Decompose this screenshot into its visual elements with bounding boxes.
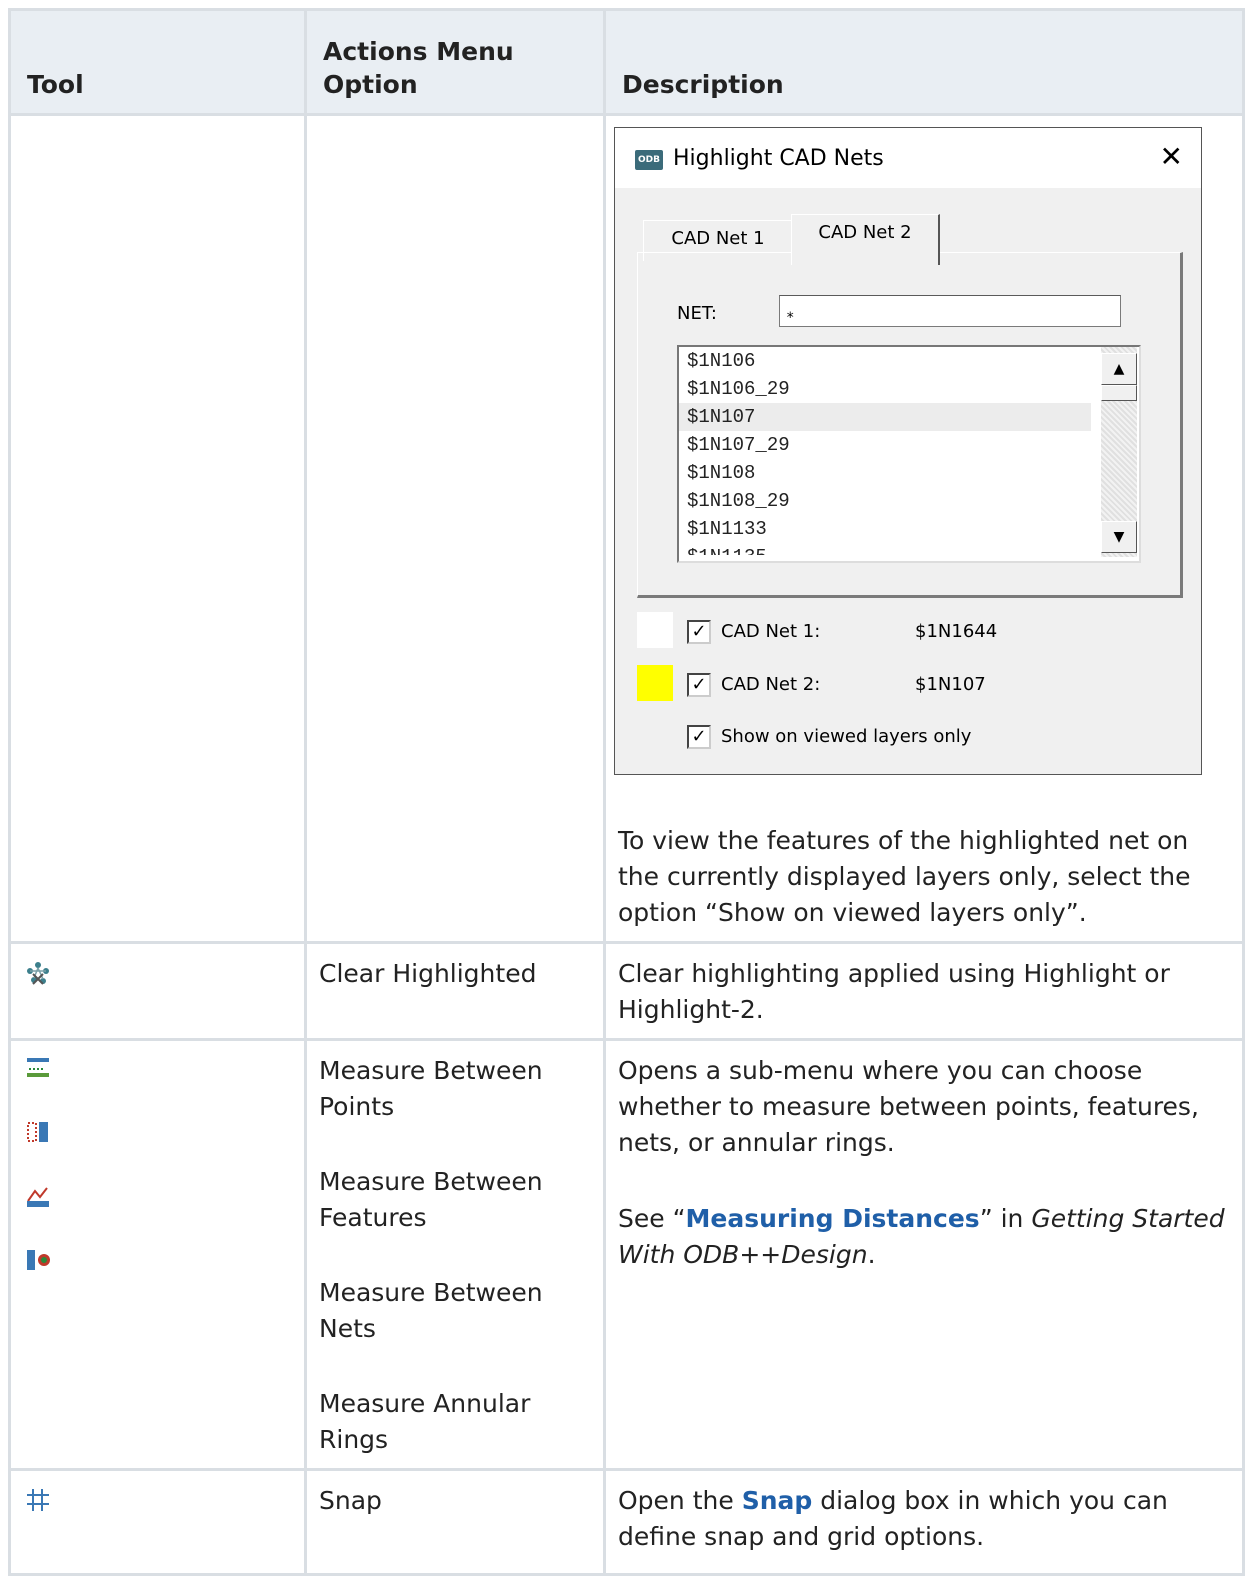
snap-link[interactable]: Snap — [742, 1486, 813, 1515]
list-item[interactable]: $1N1133 — [679, 515, 1139, 543]
table-row: Clear Highlighted Clear highlighting app… — [8, 941, 1245, 1041]
option-cell — [304, 113, 606, 944]
description-cell: Open the Snap dialog box in which you ca… — [603, 1468, 1245, 1576]
cad-net-2-checkbox[interactable]: ✓ — [687, 673, 711, 697]
header-description: Description — [603, 8, 1245, 116]
dialog-title: Highlight CAD Nets — [673, 146, 884, 171]
measure-nets-icon — [27, 1187, 49, 1207]
tab-cad-net-2[interactable]: CAD Net 2 — [791, 214, 940, 265]
measure-features-icon — [27, 1122, 48, 1142]
cad-net-1-label: CAD Net 1: — [721, 621, 821, 642]
header-tool: Tool — [8, 8, 307, 116]
row-description: Opens a sub-menu where you can choose wh… — [618, 1056, 1199, 1157]
list-item[interactable]: $1N106_29 — [679, 375, 1139, 403]
option-measure-annular-rings: Measure Annular Rings — [319, 1389, 531, 1454]
tool-reference-table: Tool Actions Menu Option Description ODB… — [8, 8, 1245, 1576]
tool-cell — [8, 113, 307, 944]
see-mid: ” in — [979, 1204, 1032, 1233]
table-row: Snap Open the Snap dialog box in which y… — [8, 1468, 1245, 1576]
net-listbox[interactable]: $1N106 $1N106_29 $1N107 $1N107_29 $1N108… — [677, 345, 1141, 563]
measure-points-icon — [27, 1058, 49, 1077]
desc-prefix: Open the — [618, 1486, 742, 1515]
list-item[interactable]: $1N106 — [679, 347, 1139, 375]
list-item-selected[interactable]: $1N107 — [679, 403, 1091, 431]
scroll-down-icon[interactable]: ▼ — [1101, 521, 1137, 553]
cad-net-2-label: CAD Net 2: — [721, 674, 821, 695]
cad-net-1-color-swatch[interactable] — [637, 612, 673, 648]
tool-cell — [8, 941, 307, 1041]
see-also-text: See “Measuring Distances” in Getting Sta… — [618, 1201, 1228, 1273]
show-viewed-layers-checkbox[interactable]: ✓ — [687, 725, 711, 749]
close-icon[interactable]: ✕ — [1160, 140, 1183, 174]
highlight-cad-nets-dialog: ODB Highlight CAD Nets ✕ CAD Net 1 CAD N… — [614, 127, 1202, 775]
option-measure-points: Measure Between Points — [319, 1056, 543, 1121]
list-item[interactable]: $1N108 — [679, 459, 1139, 487]
dialog-title-bar: ODB Highlight CAD Nets ✕ — [615, 128, 1201, 188]
show-viewed-layers-label: Show on viewed layers only — [721, 726, 972, 747]
odb-app-icon: ODB — [635, 150, 663, 170]
option-cell: Clear Highlighted — [304, 941, 606, 1041]
description-cell: ODB Highlight CAD Nets ✕ CAD Net 1 CAD N… — [603, 113, 1245, 944]
description-cell: Opens a sub-menu where you can choose wh… — [603, 1038, 1245, 1471]
header-option: Actions Menu Option — [304, 8, 606, 116]
cad-net-1-value: $1N1644 — [915, 621, 998, 642]
measuring-distances-link[interactable]: Measuring Distances — [686, 1204, 980, 1233]
list-scrollbar[interactable]: ▲ ▼ — [1101, 347, 1137, 557]
row-description: To view the features of the highlighted … — [618, 826, 1191, 927]
net-label: NET: — [677, 303, 717, 324]
option-cell: Measure Between Points Measure Between F… — [304, 1038, 606, 1471]
see-prefix: See “ — [618, 1204, 686, 1233]
header-row: Tool Actions Menu Option Description — [8, 8, 1245, 116]
list-item[interactable]: $1N108_29 — [679, 487, 1139, 515]
snap-grid-icon — [27, 1489, 49, 1511]
table-row: Measure Between Points Measure Between F… — [8, 1038, 1245, 1471]
scroll-thumb[interactable] — [1101, 385, 1137, 401]
net-filter-input[interactable]: * — [779, 295, 1121, 327]
tool-cell — [8, 1468, 307, 1576]
option-cell: Snap — [304, 1468, 606, 1576]
option-measure-nets: Measure Between Nets — [319, 1278, 543, 1343]
see-end: . — [867, 1240, 876, 1269]
cad-net-2-color-swatch[interactable] — [637, 665, 673, 701]
scroll-up-icon[interactable]: ▲ — [1101, 353, 1137, 385]
option-measure-features: Measure Between Features — [319, 1167, 543, 1232]
table-row: ODB Highlight CAD Nets ✕ CAD Net 1 CAD N… — [8, 113, 1245, 944]
cad-net-1-checkbox[interactable]: ✓ — [687, 620, 711, 644]
clear-highlight-icon — [27, 962, 49, 985]
list-item[interactable]: $1N107_29 — [679, 431, 1139, 459]
measure-annular-rings-icon — [27, 1250, 50, 1270]
tool-cell — [8, 1038, 307, 1471]
cad-net-2-value: $1N107 — [915, 674, 986, 695]
list-item[interactable]: $1N1135 — [679, 543, 1139, 555]
description-cell: Clear highlighting applied using Highlig… — [603, 941, 1245, 1041]
